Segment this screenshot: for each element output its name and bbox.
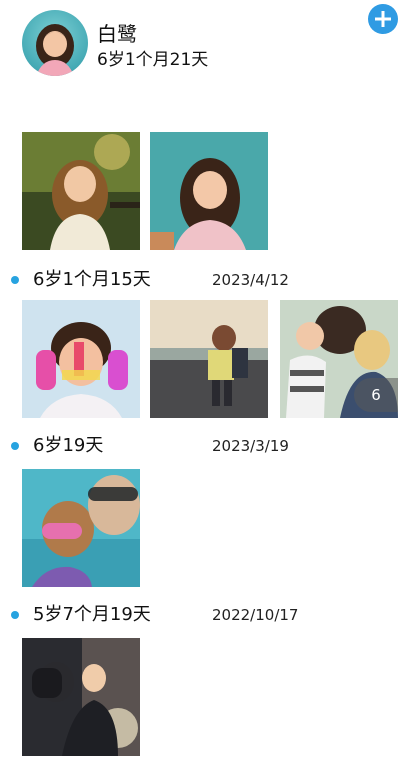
- timeline-bullet: [11, 276, 19, 284]
- section-date: 2023/3/19: [212, 437, 289, 455]
- photo-thumbnail[interactable]: [150, 132, 268, 250]
- photo-thumbnail[interactable]: [22, 300, 140, 418]
- timeline-section-header: 6岁1个月15天 2023/4/12: [0, 267, 420, 293]
- photo-image: [22, 132, 140, 250]
- section-date: 2022/10/17: [212, 606, 299, 624]
- photo-image: [22, 638, 140, 756]
- timeline-bullet: [11, 442, 19, 450]
- section-age: 6岁1个月15天: [33, 269, 151, 290]
- photo-thumbnail[interactable]: [22, 132, 140, 250]
- section-age: 5岁7个月19天: [33, 604, 151, 625]
- avatar[interactable]: [22, 10, 88, 76]
- plus-icon: [375, 11, 391, 27]
- timeline-bullet: [11, 611, 19, 619]
- photo-thumbnail[interactable]: 6: [280, 300, 398, 418]
- avatar-image: [36, 24, 74, 76]
- timeline-section-header: 6岁19天 2023/3/19: [0, 433, 420, 459]
- section-age: 6岁19天: [33, 435, 104, 456]
- timeline-section-header: 5岁7个月19天 2022/10/17: [0, 602, 420, 628]
- photo-image: [150, 300, 268, 418]
- photo-image: [22, 469, 140, 587]
- profile-header: 白鹭 6岁1个月21天: [0, 0, 420, 90]
- photo-image: [22, 300, 140, 418]
- child-age: 6岁1个月21天: [97, 50, 209, 70]
- photo-image: [150, 132, 268, 250]
- photo-thumbnail[interactable]: [150, 300, 268, 418]
- more-photos-count[interactable]: 6: [354, 378, 398, 412]
- add-button[interactable]: [368, 4, 398, 34]
- section-date: 2023/4/12: [212, 271, 289, 289]
- photo-thumbnail[interactable]: [22, 469, 140, 587]
- child-name: 白鹭: [97, 22, 137, 46]
- photo-thumbnail[interactable]: [22, 638, 140, 756]
